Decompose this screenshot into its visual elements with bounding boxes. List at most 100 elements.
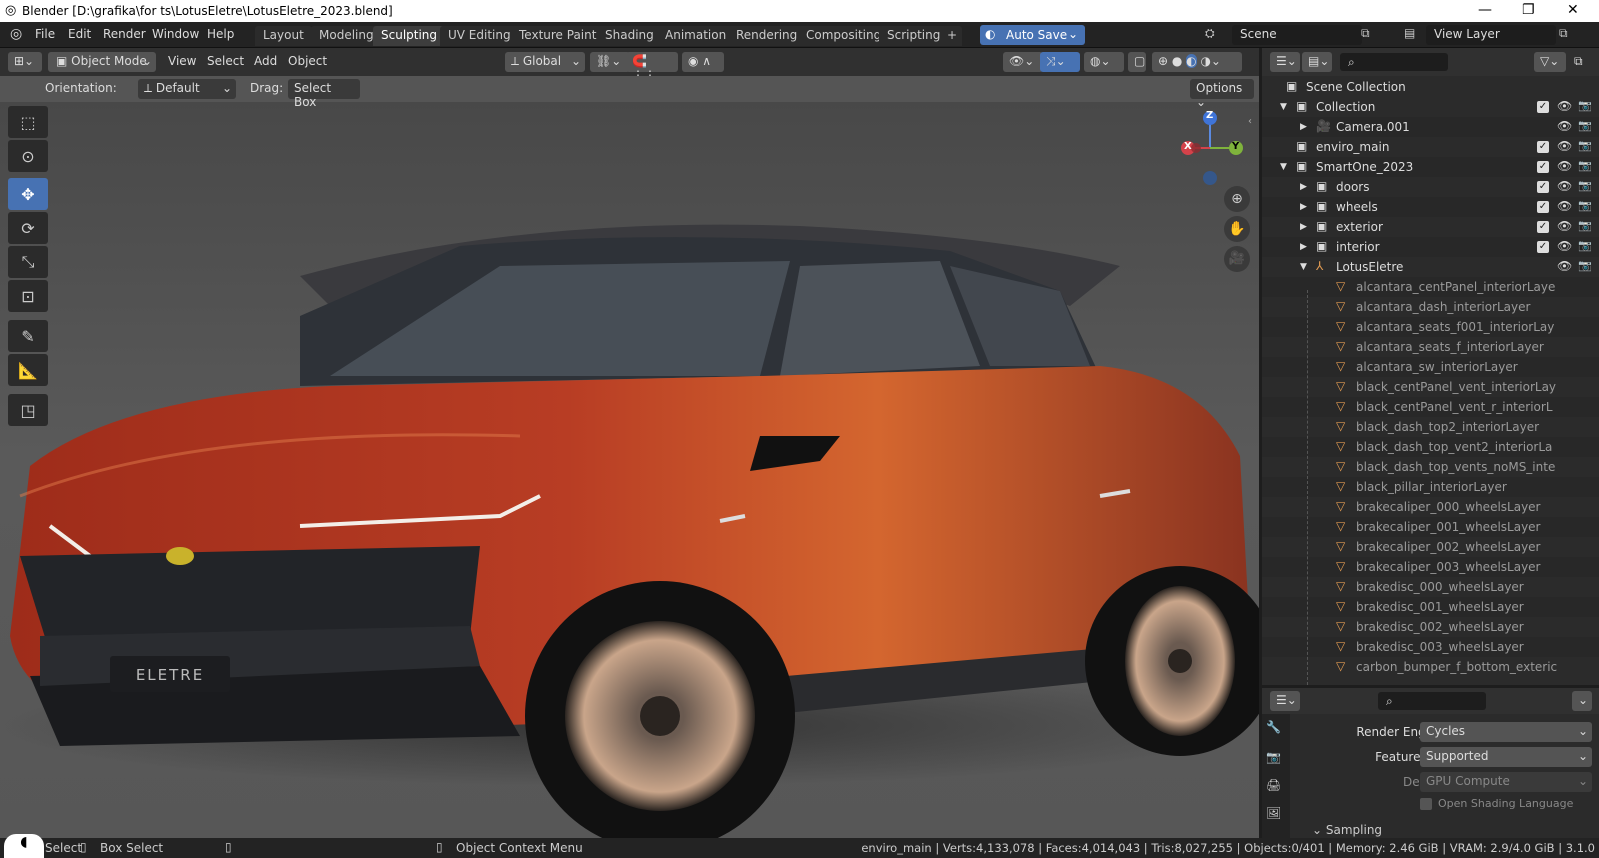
outliner-mesh-row[interactable]: ▽ black_pillar_interiorLayer	[1262, 477, 1599, 497]
exclude-checkbox[interactable]: ✓	[1537, 141, 1549, 153]
outliner-mesh-row[interactable]: ▽ black_centPanel_vent_r_interiorL	[1262, 397, 1599, 417]
expand-right-icon[interactable]: ▶	[1300, 222, 1307, 232]
tab-sculpting[interactable]: Sculpting	[373, 26, 446, 46]
new-collection-icon[interactable]: ⧉	[1574, 54, 1583, 69]
rotate-tool-icon[interactable]: ⟳	[8, 212, 48, 244]
visibility-icon[interactable]: 👁⌄	[1003, 52, 1043, 72]
exclude-checkbox[interactable]: ✓	[1537, 201, 1549, 213]
filter-icon[interactable]: ▽⌄	[1534, 52, 1566, 72]
exclude-checkbox[interactable]: ✓	[1537, 221, 1549, 233]
outliner-mesh-row[interactable]: ▽ brakedisc_002_wheelsLayer	[1262, 617, 1599, 637]
render-camera-icon[interactable]: 📷	[1578, 259, 1592, 272]
expand-right-icon[interactable]: ▶	[1300, 202, 1307, 212]
blender-menu-icon[interactable]: ◎	[10, 26, 22, 42]
expand-right-icon[interactable]: ▶	[1300, 182, 1307, 192]
scene-collection-row[interactable]: ▣ Scene Collection	[1262, 77, 1599, 97]
exclude-checkbox[interactable]: ✓	[1537, 101, 1549, 113]
xray-icon[interactable]: ▢	[1128, 52, 1146, 72]
view-layer-selector[interactable]: View Layer	[1426, 25, 1556, 45]
output-tab-icon[interactable]: 🖨	[1266, 778, 1281, 792]
menu-help[interactable]: Help	[207, 27, 234, 41]
outliner-mesh-row[interactable]: ▽ brakedisc_003_wheelsLayer	[1262, 637, 1599, 657]
tab-modeling[interactable]: Modeling	[311, 26, 382, 46]
eye-icon[interactable]: 👁	[1557, 179, 1572, 193]
tab-compositing[interactable]: Compositing	[798, 26, 890, 46]
render-camera-icon[interactable]: 📷	[1578, 239, 1592, 252]
render-camera-icon[interactable]: 📷	[1578, 139, 1592, 152]
render-camera-icon[interactable]: 📷	[1578, 219, 1592, 232]
outliner-mesh-row[interactable]: ▽ black_dash_top_vent2_interiorLa	[1262, 437, 1599, 457]
eye-icon[interactable]: 👁	[1557, 199, 1572, 213]
tool-tab-icon[interactable]: 🔧	[1266, 720, 1281, 734]
outliner-mesh-row[interactable]: ▽ black_dash_top_vents_noMS_inte	[1262, 457, 1599, 477]
exclude-checkbox[interactable]: ✓	[1537, 181, 1549, 193]
display-mode-icon[interactable]: ▤⌄	[1302, 52, 1332, 72]
exclude-checkbox[interactable]: ✓	[1537, 161, 1549, 173]
snap-icon[interactable]: 🧲 ⋮⋮	[626, 52, 678, 82]
zoom-icon[interactable]: ⊕	[1224, 186, 1250, 212]
annotate-tool-icon[interactable]: ✎	[8, 320, 48, 352]
eye-icon[interactable]: 👁	[1557, 259, 1572, 273]
tab-rendering[interactable]: Rendering	[728, 26, 806, 46]
eye-icon[interactable]: 👁	[1557, 99, 1572, 113]
scale-tool-icon[interactable]: ⤡	[8, 246, 48, 278]
tab-scripting[interactable]: Scripting	[879, 26, 949, 46]
camera-view-icon[interactable]: 🎥	[1224, 246, 1250, 272]
outliner-mesh-row[interactable]: ▽ alcantara_seats_f001_interiorLay	[1262, 317, 1599, 337]
proportional-editing-icon[interactable]: ◉ ∧	[682, 52, 724, 72]
add-cube-tool-icon[interactable]: ◳	[8, 394, 48, 426]
eye-icon[interactable]: 👁	[1557, 239, 1572, 253]
tab-shading[interactable]: Shading	[597, 26, 662, 46]
outliner-mesh-row[interactable]: ▽ alcantara_centPanel_interiorLaye	[1262, 277, 1599, 297]
osl-checkbox[interactable]	[1420, 798, 1432, 810]
menu-add[interactable]: Add	[254, 54, 277, 68]
close-button[interactable]: ✕	[1567, 2, 1579, 18]
outliner-search-input[interactable]: ⌕	[1340, 53, 1448, 71]
outliner-mesh-row[interactable]: ▽ alcantara_seats_f_interiorLayer	[1262, 337, 1599, 357]
properties-options-icon[interactable]: ⌄	[1572, 691, 1592, 711]
orientation-selector[interactable]: ⟂ Default ⌄	[138, 79, 236, 99]
expand-right-icon[interactable]: ▶	[1300, 122, 1307, 132]
outliner-row[interactable]: ▼ ▣ Collection ✓ 👁 📷	[1262, 97, 1599, 117]
tab-uv-editing[interactable]: UV Editing	[440, 26, 519, 46]
outliner-row[interactable]: ▼ ⅄ LotusEletre 👁 📷	[1262, 257, 1599, 277]
outliner-row[interactable]: ▶ ▣ wheels ✓ 👁 📷	[1262, 197, 1599, 217]
outliner-mesh-row[interactable]: ▽ carbon_bumper_f_bottom_exteric	[1262, 657, 1599, 677]
transform-orientation-selector[interactable]: ⟂ Global ⌄	[505, 52, 585, 72]
maximize-button[interactable]: ❐	[1522, 2, 1535, 18]
move-tool-icon[interactable]: ✥	[8, 178, 48, 210]
menu-object[interactable]: Object	[288, 54, 327, 68]
device-selector[interactable]: GPU Compute ⌄	[1420, 772, 1592, 792]
minimize-button[interactable]: —	[1478, 2, 1492, 18]
render-camera-icon[interactable]: 📷	[1578, 199, 1592, 212]
menu-view[interactable]: View	[168, 54, 196, 68]
exclude-checkbox[interactable]: ✓	[1537, 241, 1549, 253]
tab-layout[interactable]: Layout	[255, 26, 312, 46]
outliner-mesh-row[interactable]: ▽ brakedisc_001_wheelsLayer	[1262, 597, 1599, 617]
cursor-tool-icon[interactable]: ⊙	[8, 140, 48, 172]
tab-animation[interactable]: Animation	[657, 26, 735, 46]
pivot-point-icon[interactable]: ⛓⌄	[590, 52, 630, 72]
outliner-editor-icon[interactable]: ☰⌄	[1270, 52, 1300, 72]
outliner-mesh-row[interactable]: ▽ alcantara_dash_interiorLayer	[1262, 297, 1599, 317]
outliner-mesh-row[interactable]: ▽ black_dash_top2_interiorLayer	[1262, 417, 1599, 437]
menu-file[interactable]: File	[35, 27, 55, 41]
outliner-mesh-row[interactable]: ▽ brakecaliper_000_wheelsLayer	[1262, 497, 1599, 517]
outliner-mesh-row[interactable]: ▽ black_centPanel_vent_interiorLay	[1262, 377, 1599, 397]
render-camera-icon[interactable]: 📷	[1578, 179, 1592, 192]
outliner-mesh-row[interactable]: ▽ brakecaliper_002_wheelsLayer	[1262, 537, 1599, 557]
outliner-row[interactable]: ▶ 🎥 Camera.001 👁 📷	[1262, 117, 1599, 137]
overlay-icon[interactable]: ◍⌄	[1084, 52, 1124, 72]
outliner-row[interactable]: ▼ ▣ SmartOne_2023 ✓ 👁 📷	[1262, 157, 1599, 177]
properties-editor-icon[interactable]: ☰⌄	[1270, 691, 1300, 711]
render-camera-icon[interactable]: 📷	[1578, 159, 1592, 172]
mode-selector[interactable]: ▣ Object Mode ⌄	[48, 52, 156, 72]
view-layer-tab-icon[interactable]: 🖼	[1266, 806, 1281, 820]
3d-viewport[interactable]: ELETRE Z Y X ⊕ ✋ 🎥 ‹	[0, 76, 1259, 838]
autosave-button[interactable]: ◐ Auto Save ⌄	[980, 25, 1085, 45]
select-box-tool-icon[interactable]: ⬚	[8, 106, 48, 138]
outliner-mesh-row[interactable]: ▽ alcantara_sw_interiorLayer	[1262, 357, 1599, 377]
feature-set-selector[interactable]: Supported ⌄	[1420, 747, 1592, 767]
eye-icon[interactable]: 👁	[1557, 159, 1572, 173]
editor-type-icon[interactable]: ⊞⌄	[8, 52, 42, 72]
